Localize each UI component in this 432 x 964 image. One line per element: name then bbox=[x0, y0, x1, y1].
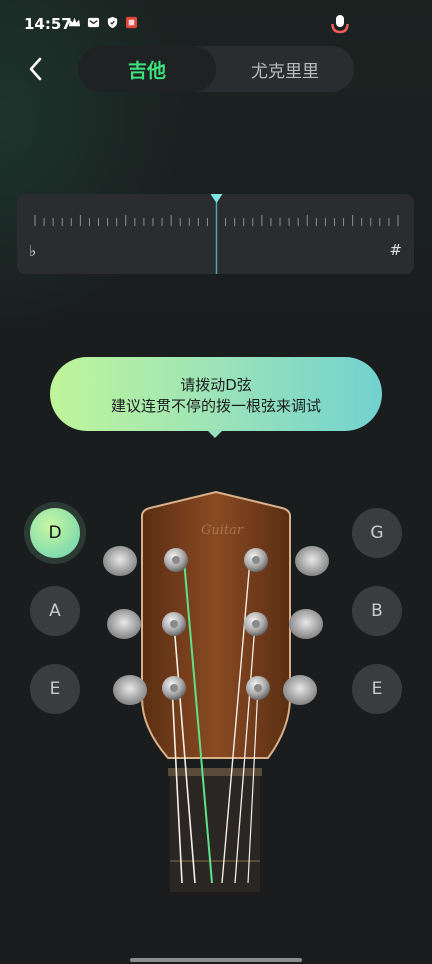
headstock-brand-mark: Guitar bbox=[201, 523, 244, 538]
hint-bubble-arrow bbox=[206, 429, 224, 438]
string-button-a[interactable]: A bbox=[30, 586, 80, 636]
string-button-high-e[interactable]: E bbox=[352, 664, 402, 714]
meter-pointer bbox=[210, 194, 223, 203]
back-button[interactable] bbox=[20, 54, 50, 84]
hint-line-2: 建议连贯不停的拨一根弦来调试 bbox=[110, 397, 321, 415]
sharp-label: # bbox=[389, 241, 402, 259]
status-bar: 14:57 bbox=[0, 0, 432, 48]
mail-icon bbox=[87, 17, 100, 28]
hint-line-1: 请拨动D弦 bbox=[180, 376, 252, 394]
shield-icon bbox=[107, 16, 118, 29]
tuning-peg-right-3 bbox=[283, 675, 317, 705]
string-button-b[interactable]: B bbox=[352, 586, 402, 636]
gesture-home-bar bbox=[130, 958, 302, 962]
crown-icon bbox=[68, 17, 81, 27]
tuning-peg-left-1 bbox=[103, 546, 137, 576]
tuning-peg-left-2 bbox=[107, 609, 141, 639]
tuning-peg-right-1 bbox=[295, 546, 329, 576]
chevron-left-icon bbox=[29, 57, 42, 81]
tuning-meter: ♭ # bbox=[17, 194, 414, 274]
hint-bubble: 请拨动D弦 建议连贯不停的拨一根弦来调试 bbox=[50, 357, 382, 431]
flat-label: ♭ bbox=[29, 242, 37, 260]
tuning-peg-left-3 bbox=[113, 675, 147, 705]
guitar-headstock-illustration: Guitar bbox=[103, 490, 329, 892]
string-button-d[interactable]: D bbox=[30, 508, 80, 558]
app-badge-icon bbox=[125, 16, 138, 29]
mic-active-icon bbox=[331, 15, 349, 34]
string-button-low-e[interactable]: E bbox=[30, 664, 80, 714]
tuning-peg-right-2 bbox=[289, 609, 323, 639]
meter-scale bbox=[34, 194, 399, 274]
tab-ukulele[interactable]: 尤克里里 bbox=[216, 46, 354, 92]
tuner-screen: 14:57 吉他 尤克里里 ♭ # 请拨动D弦 建议连贯不停的拨一根弦来调试 D bbox=[0, 0, 432, 964]
status-icons bbox=[68, 16, 138, 29]
status-time: 14:57 bbox=[24, 15, 72, 33]
instrument-switch: 吉他 尤克里里 bbox=[78, 46, 354, 92]
string-button-g[interactable]: G bbox=[352, 508, 402, 558]
tab-guitar[interactable]: 吉他 bbox=[78, 46, 216, 92]
